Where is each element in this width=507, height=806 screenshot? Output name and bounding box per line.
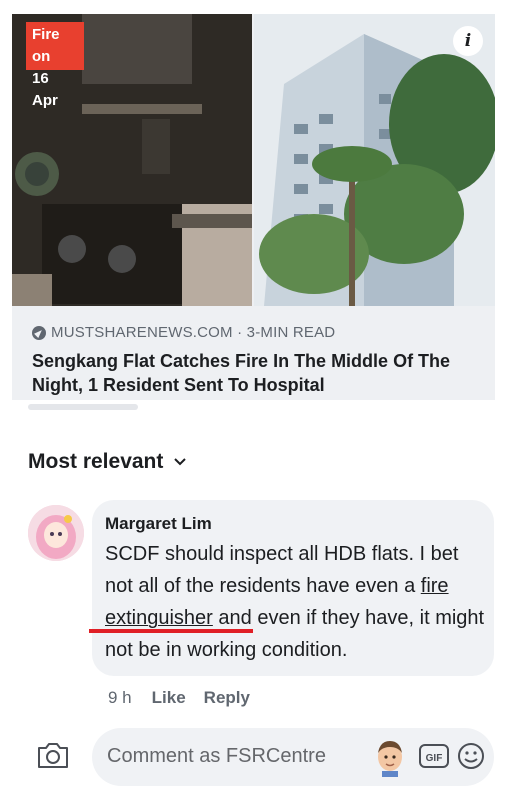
badge-line-1: Fire on	[32, 26, 60, 65]
fire-date-badge: Fire on 16 Apr	[26, 22, 84, 109]
info-icon[interactable]: i	[453, 26, 483, 56]
chevron-down-icon	[174, 458, 187, 466]
camera-icon[interactable]	[36, 740, 70, 770]
sort-label: Most relevant	[28, 450, 164, 473]
memoji-avatar[interactable]	[372, 737, 408, 777]
preview-source: MUSTSHARENEWS.COM · 3-MIN READ	[32, 324, 487, 341]
source-label: MUSTSHARENEWS.COM · 3-MIN READ	[51, 324, 336, 341]
reply-button[interactable]: Reply	[204, 688, 250, 708]
preview-meta: MUSTSHARENEWS.COM · 3-MIN READ Sengkang …	[32, 324, 487, 397]
comment-text-part-1: SCDF should inspect all HDB flats. I bet…	[105, 543, 459, 597]
preview-headline[interactable]: Sengkang Flat Catches Fire In The Middle…	[32, 349, 487, 397]
compass-icon	[32, 325, 46, 340]
cropped-reactions-row	[12, 400, 495, 414]
comment-timestamp[interactable]: 9 h	[108, 688, 132, 708]
comment-author[interactable]: Margaret Lim	[105, 514, 212, 534]
smiley-icon[interactable]	[456, 741, 486, 771]
like-button[interactable]: Like	[152, 688, 186, 708]
comment-bubble: Margaret Lim SCDF should inspect all HDB…	[92, 500, 494, 676]
red-underline-annotation	[89, 629, 253, 633]
hdb-block-photo: i	[254, 14, 495, 306]
badge-line-2: 16 Apr	[32, 70, 58, 109]
comment-composer[interactable]: Comment as FSRCentre GIF	[92, 728, 494, 786]
burnt-kitchen-photo: Fire on 16 Apr	[12, 14, 252, 306]
comment-text: SCDF should inspect all HDB flats. I bet…	[105, 538, 490, 666]
link-preview-card[interactable]: Fire on 16 Apr i MUSTSHARENEWS.COM · 3-M…	[12, 14, 495, 400]
gif-icon[interactable]: GIF	[418, 742, 450, 770]
comment-sort-dropdown[interactable]: Most relevant	[28, 450, 187, 474]
svg-text:GIF: GIF	[426, 753, 443, 764]
comment-input[interactable]: Comment as FSRCentre	[107, 745, 326, 768]
avatar[interactable]	[28, 505, 84, 561]
comment-actions: 9 h Like Reply	[108, 688, 268, 708]
